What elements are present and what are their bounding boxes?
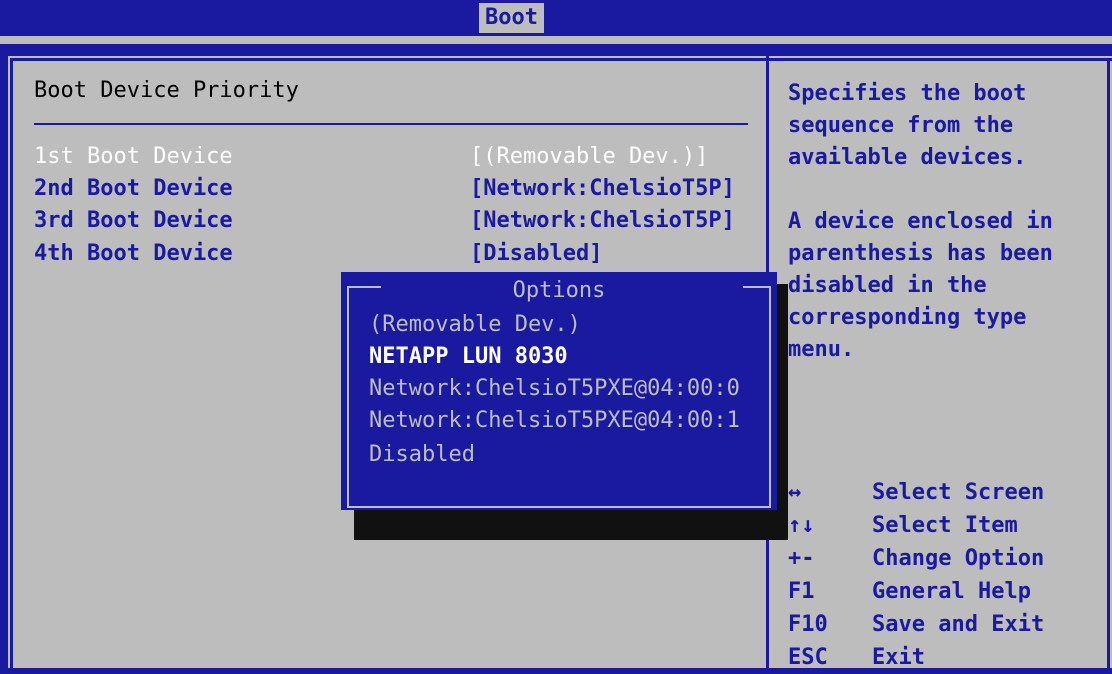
arrow-left-right-icon: ↔ (788, 480, 802, 505)
help-border-top (769, 58, 1112, 61)
option-network-chelsio-1[interactable]: Network:ChelsioT5PXE@04:00:1 (369, 408, 740, 433)
boot-device-1-label[interactable]: 1st Boot Device (34, 144, 233, 169)
option-removable-dev[interactable]: (Removable Dev.) (369, 312, 581, 337)
key-row-exit: ESC Exit (788, 641, 1044, 674)
key-row-select-item: ↑↓ Select Item (788, 509, 1044, 542)
help-paragraph-1: Specifies the boot sequence from the ava… (788, 81, 1027, 170)
boot-device-3-value[interactable]: [Network:ChelsioT5P] (470, 208, 735, 233)
popup-title: Options (512, 278, 606, 303)
boot-device-4-label[interactable]: 4th Boot Device (34, 241, 233, 266)
key-action: General Help (872, 579, 1031, 604)
key-action: Select Screen (872, 480, 1045, 505)
key-action: Exit (872, 645, 925, 670)
key-action: Save and Exit (872, 612, 1045, 637)
help-text: Specifies the boot sequence from the ava… (788, 78, 1098, 398)
key-f10: F10 (788, 612, 828, 637)
boot-device-2-value[interactable]: [Network:ChelsioT5P] (470, 176, 735, 201)
section-divider (34, 123, 748, 125)
plus-minus-icon: +- (788, 546, 815, 571)
header-strip (0, 36, 1112, 44)
key-row-select-screen: ↔ Select Screen (788, 476, 1044, 509)
key-esc: ESC (788, 645, 828, 670)
key-row-save-exit: F10 Save and Exit (788, 608, 1044, 641)
key-row-change-option: +- Change Option (788, 542, 1044, 575)
help-border-right (1107, 58, 1110, 668)
boot-device-4-value[interactable]: [Disabled] (470, 241, 602, 266)
boot-device-2-label[interactable]: 2nd Boot Device (34, 176, 233, 201)
options-popup[interactable]: Options (Removable Dev.) NETAPP LUN 8030… (341, 272, 777, 510)
option-network-chelsio-0[interactable]: Network:ChelsioT5PXE@04:00:0 (369, 376, 740, 401)
help-paragraph-2: A device enclosed in parenthesis has bee… (788, 209, 1053, 362)
key-f1: F1 (788, 579, 815, 604)
key-action: Change Option (872, 546, 1045, 571)
section-title: Boot Device Priority (34, 78, 299, 103)
key-legend: ↔ Select Screen ↑↓ Select Item +- Change Op… (788, 476, 1044, 674)
key-row-general-help: F1 General Help (788, 575, 1044, 608)
panel-border-left (10, 58, 13, 668)
boot-device-3-label[interactable]: 3rd Boot Device (34, 208, 233, 233)
panel-border-top (10, 58, 768, 61)
boot-device-1-value[interactable]: [(Removable Dev.)] (470, 144, 708, 169)
tab-boot[interactable]: Boot (479, 3, 544, 33)
option-disabled[interactable]: Disabled (369, 442, 475, 467)
arrow-up-down-icon: ↑↓ (788, 513, 815, 538)
key-action: Select Item (872, 513, 1018, 538)
title-bar (0, 0, 1112, 36)
option-netapp-lun[interactable]: NETAPP LUN 8030 (369, 344, 568, 369)
